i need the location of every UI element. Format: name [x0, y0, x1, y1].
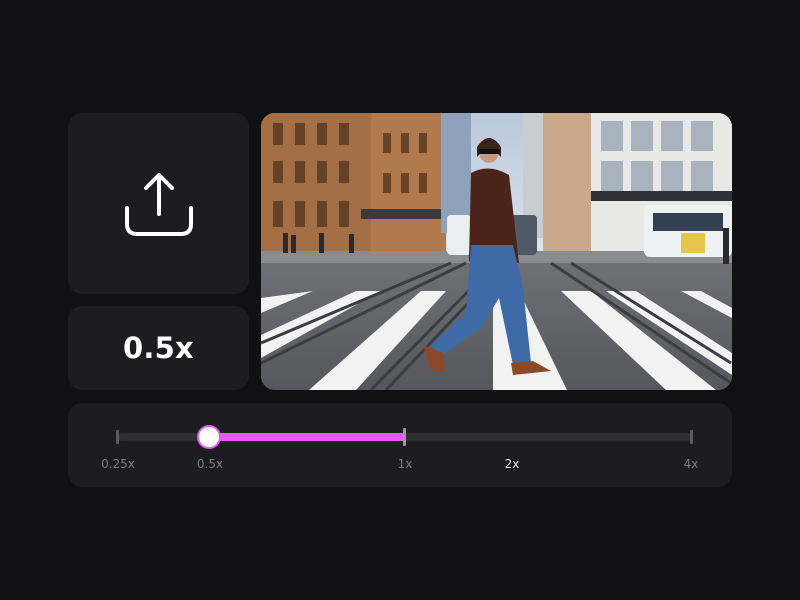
- speed-value: 0.5x: [123, 331, 194, 365]
- speed-editor: 0.5x 0.25x 0.5x 1x 2x 4x: [0, 0, 800, 600]
- slider-label-2x[interactable]: 2x: [505, 457, 520, 471]
- video-scene: [261, 113, 732, 390]
- slider-label-0.5x[interactable]: 0.5x: [197, 457, 223, 471]
- upload-button[interactable]: [68, 113, 249, 294]
- slider-label-1x[interactable]: 1x: [398, 457, 413, 471]
- slider-thumb[interactable]: [197, 425, 221, 449]
- video-preview[interactable]: [261, 113, 732, 390]
- slider-fill: [209, 433, 405, 441]
- speed-readout: 0.5x: [68, 306, 249, 390]
- slider-label-4x[interactable]: 4x: [684, 457, 699, 471]
- speed-slider: 0.25x 0.5x 1x 2x 4x: [68, 403, 732, 487]
- upload-icon: [124, 172, 193, 236]
- slider-tick-1x: [403, 428, 406, 446]
- slider-tick-0.25x: [116, 430, 119, 444]
- slider-tick-4x: [690, 430, 693, 444]
- slider-label-0.25x[interactable]: 0.25x: [101, 457, 135, 471]
